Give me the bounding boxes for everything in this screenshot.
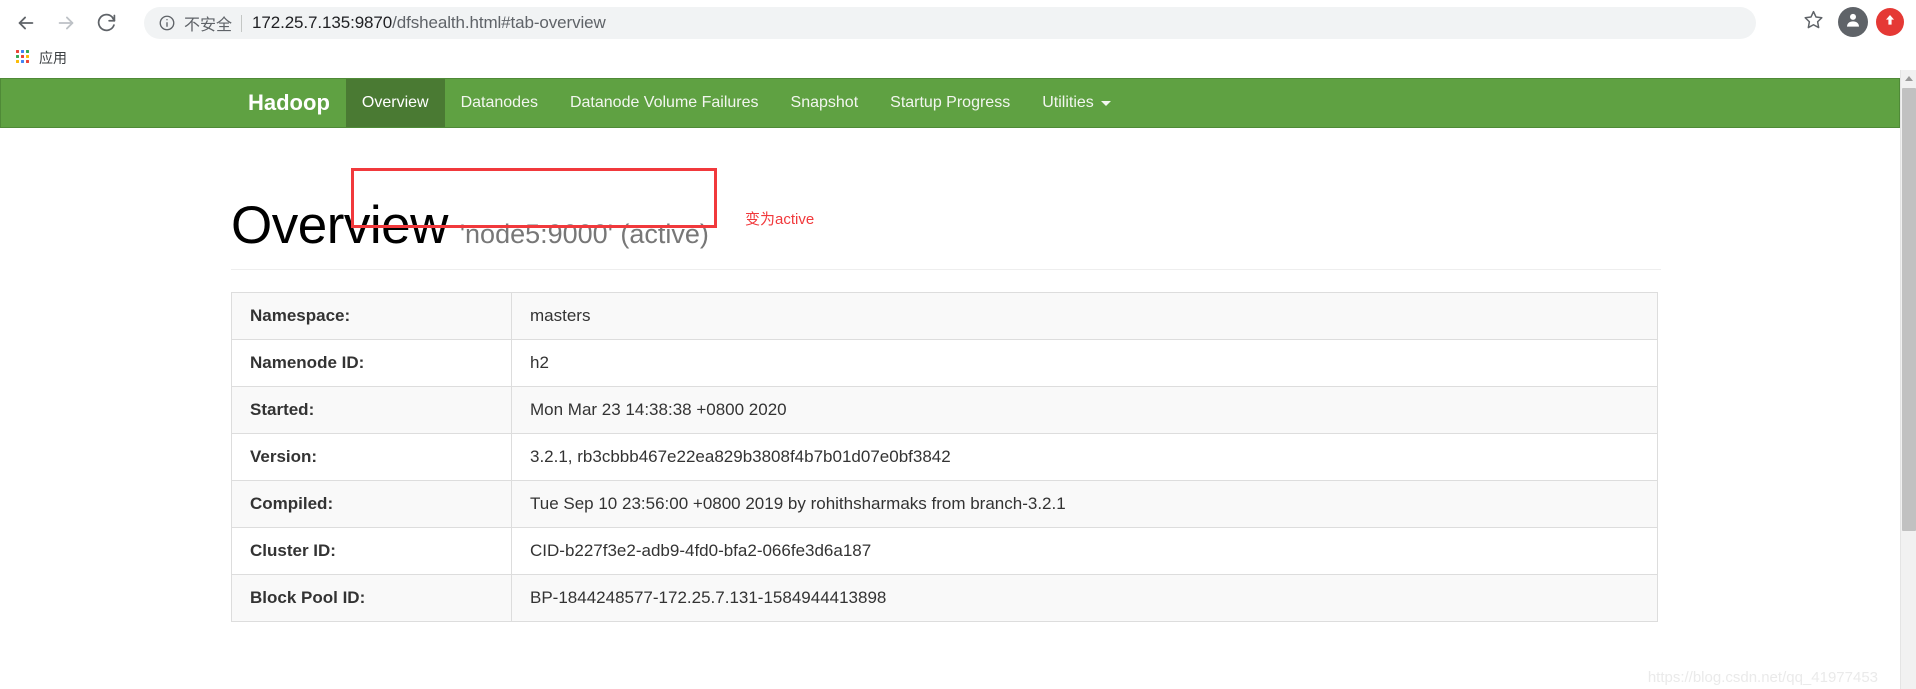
back-arrow-icon [15,12,37,34]
hadoop-navbar: Hadoop Overview Datanodes Datanode Volum… [0,78,1900,128]
row-value: BP-1844248577-172.25.7.131-1584944413898 [511,574,1658,622]
row-key: Version: [231,433,512,481]
table-row: Cluster ID: CID-b227f3e2-adb9-4fd0-bfa2-… [231,527,1658,575]
profile-button[interactable] [1838,7,1868,37]
nav-item-snapshot[interactable]: Snapshot [775,79,875,127]
main-content: Overview 'node5:9000' (active) 变为active … [231,168,1661,622]
annotation-label: 变为active [745,211,815,228]
chevron-down-icon [1100,100,1111,106]
reload-button[interactable] [86,3,126,43]
row-key: Cluster ID: [231,527,512,575]
nav-item-utilities[interactable]: Utilities [1026,79,1127,127]
security-status-label: 不安全 [184,17,233,34]
row-value: CID-b227f3e2-adb9-4fd0-bfa2-066fe3d6a187 [511,527,1658,575]
row-key: Started: [231,386,512,434]
nav-label-startup-progress: Startup Progress [890,94,1011,111]
vertical-scrollbar[interactable] [1900,70,1916,689]
forward-button[interactable] [46,3,86,43]
bookmarks-bar: 应用 [0,45,1916,70]
nav-item-datanodes[interactable]: Datanodes [445,79,554,127]
nav-label-overview: Overview [361,94,429,111]
nav-item-startup-progress[interactable]: Startup Progress [874,79,1026,127]
apps-shortcut-label: 应用 [39,49,67,66]
page-viewport: Hadoop Overview Datanodes Datanode Volum… [0,70,1900,689]
table-row: Block Pool ID: BP-1844248577-172.25.7.13… [231,574,1658,622]
row-key: Block Pool ID: [231,574,512,622]
row-value: 3.2.1, rb3cbbb467e22ea829b3808f4b7b01d07… [511,433,1658,481]
row-value: Tue Sep 10 23:56:00 +0800 2019 by rohith… [511,480,1658,528]
row-value: masters [511,292,1658,340]
address-bar[interactable]: 不安全 172.25.7.135:9870/dfshealth.html#tab… [144,7,1756,39]
row-value: h2 [511,339,1658,387]
back-button[interactable] [6,3,46,43]
navbar-inner: Hadoop Overview Datanodes Datanode Volum… [232,79,1127,127]
row-value: Mon Mar 23 14:38:38 +0800 2020 [511,386,1658,434]
page-subtitle: 'node5:9000' (active) [459,219,709,249]
url-host: 172.25.7.135:9870 [252,13,393,32]
overview-info-body: Namespace: masters Namenode ID: h2 Start… [231,292,1658,622]
reload-icon [96,12,117,33]
header-divider [231,269,1661,270]
scrollbar-thumb[interactable] [1902,88,1916,531]
page-title: Overview [231,196,448,255]
browser-chrome: 不安全 172.25.7.135:9870/dfshealth.html#tab… [0,0,1916,70]
update-button[interactable] [1876,8,1904,36]
browser-toolbar: 不安全 172.25.7.135:9870/dfshealth.html#tab… [0,0,1916,45]
forward-arrow-icon [55,12,77,34]
url-text: 172.25.7.135:9870/dfshealth.html#tab-ove… [252,13,606,33]
triangle-up-icon [1905,76,1913,81]
table-row: Compiled: Tue Sep 10 23:56:00 +0800 2019… [231,480,1658,528]
nav-label-datanode-volume-failures: Datanode Volume Failures [569,94,759,111]
scrollbar-up-button[interactable] [1901,70,1916,87]
page-header: Overview 'node5:9000' (active) 变为active [231,168,1661,255]
table-row: Namespace: masters [231,292,1658,340]
table-row: Started: Mon Mar 23 14:38:38 +0800 2020 [231,386,1658,434]
hadoop-brand[interactable]: Hadoop [232,79,346,127]
nav-label-utilities: Utilities [1042,94,1094,111]
apps-shortcut[interactable]: 应用 [12,46,71,70]
profile-avatar-icon [1843,10,1863,35]
row-key: Namenode ID: [231,339,512,387]
table-row: Namenode ID: h2 [231,339,1658,387]
row-key: Compiled: [231,480,512,528]
table-row: Version: 3.2.1, rb3cbbb467e22ea829b3808f… [231,433,1658,481]
omnibox-divider [241,14,243,32]
nav-label-datanodes: Datanodes [460,94,538,111]
row-key: Namespace: [231,292,512,340]
nav-item-datanode-volume-failures[interactable]: Datanode Volume Failures [554,79,775,127]
apps-grid-icon [16,50,31,65]
nav-item-overview[interactable]: Overview [345,79,445,127]
bookmark-button[interactable] [1796,5,1830,39]
star-icon [1803,9,1824,35]
watermark-text: https://blog.csdn.net/qq_41977453 [1647,669,1878,686]
nav-label-snapshot: Snapshot [790,94,859,111]
toolbar-right-actions [1796,5,1908,39]
overview-info-table: Namespace: masters Namenode ID: h2 Start… [231,292,1658,622]
url-path: /dfshealth.html#tab-overview [392,13,606,32]
update-arrow-icon [1882,12,1898,33]
info-circle-icon[interactable] [158,14,176,32]
